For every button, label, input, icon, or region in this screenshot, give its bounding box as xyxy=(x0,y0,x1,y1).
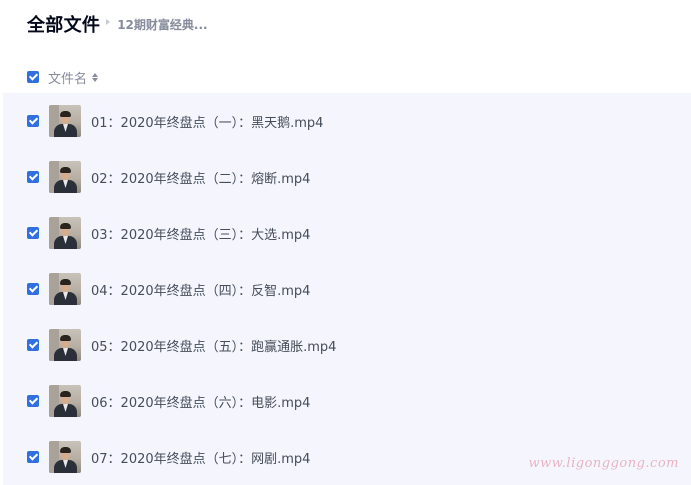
file-row[interactable]: 04：2020年终盘点（四）：反智.mp4 xyxy=(3,261,691,317)
breadcrumb-root-all-files[interactable]: 全部文件 xyxy=(27,11,100,37)
file-checkbox[interactable] xyxy=(27,283,39,295)
file-row[interactable]: 03：2020年终盘点（三）：大选.mp4 xyxy=(3,205,691,261)
video-thumbnail[interactable] xyxy=(49,385,81,417)
file-name[interactable]: 06：2020年终盘点（六）：电影.mp4 xyxy=(91,392,310,411)
file-name[interactable]: 03：2020年终盘点（三）：大选.mp4 xyxy=(91,224,310,243)
video-thumbnail[interactable] xyxy=(49,217,81,249)
breadcrumb-separator-icon xyxy=(106,19,111,25)
select-all-checkbox[interactable] xyxy=(27,71,39,83)
file-checkbox[interactable] xyxy=(27,339,39,351)
file-list-header: 文件名 xyxy=(0,62,691,92)
file-checkbox[interactable] xyxy=(27,115,39,127)
file-row[interactable]: 06：2020年终盘点（六）：电影.mp4 xyxy=(3,373,691,429)
video-thumbnail[interactable] xyxy=(49,161,81,193)
file-row[interactable]: 01：2020年终盘点（一）：黑天鹅.mp4 xyxy=(3,93,691,149)
file-checkbox[interactable] xyxy=(27,395,39,407)
column-header-filename[interactable]: 文件名 xyxy=(48,68,87,87)
file-name[interactable]: 04：2020年终盘点（四）：反智.mp4 xyxy=(91,280,310,299)
file-checkbox[interactable] xyxy=(27,171,39,183)
video-thumbnail[interactable] xyxy=(49,329,81,361)
video-thumbnail[interactable] xyxy=(49,441,81,473)
file-name[interactable]: 07：2020年终盘点（七）：网剧.mp4 xyxy=(91,448,310,467)
video-thumbnail[interactable] xyxy=(49,273,81,305)
file-name[interactable]: 02：2020年终盘点（二）：熔断.mp4 xyxy=(91,168,310,187)
file-checkbox[interactable] xyxy=(27,227,39,239)
video-thumbnail[interactable] xyxy=(49,105,81,137)
file-name[interactable]: 05：2020年终盘点（五）：跑赢通胀.mp4 xyxy=(91,336,336,355)
sort-icon[interactable] xyxy=(92,71,99,83)
file-row[interactable]: 02：2020年终盘点（二）：熔断.mp4 xyxy=(3,149,691,205)
file-row[interactable]: 05：2020年终盘点（五）：跑赢通胀.mp4 xyxy=(3,317,691,373)
breadcrumb: 全部文件 12期财富经典... xyxy=(27,10,208,38)
file-list: 01：2020年终盘点（一）：黑天鹅.mp4 02：2020年终盘点（二）：熔断… xyxy=(3,93,691,485)
file-checkbox[interactable] xyxy=(27,451,39,463)
file-name[interactable]: 01：2020年终盘点（一）：黑天鹅.mp4 xyxy=(91,112,323,131)
breadcrumb-current-folder[interactable]: 12期财富经典... xyxy=(117,16,207,33)
watermark: www.ligonggong.com xyxy=(528,456,679,471)
